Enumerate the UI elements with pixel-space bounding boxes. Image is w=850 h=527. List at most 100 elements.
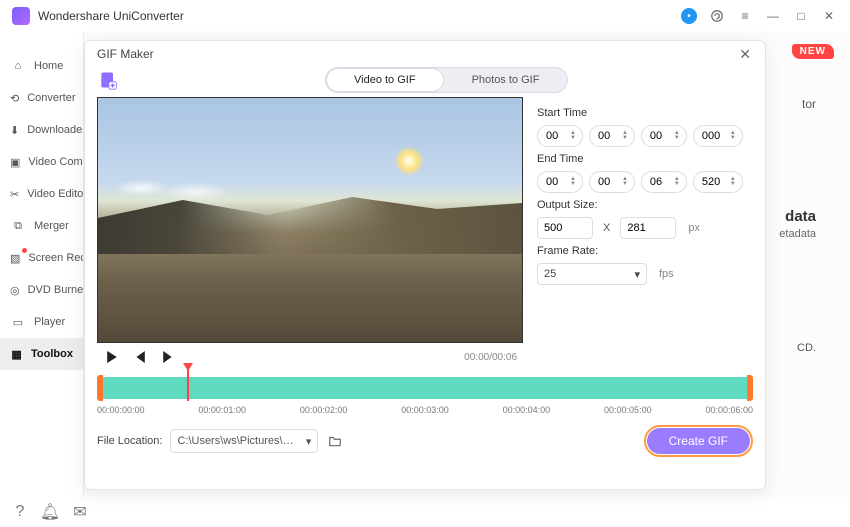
sidebar-item-label: Video Compressor [28, 156, 84, 168]
spinner-icon[interactable]: ▲▼ [672, 130, 682, 142]
chevron-down-icon: ▾ [634, 268, 640, 281]
tick-label: 00:00:00:00 [97, 405, 145, 415]
tick-label: 00:00:02:00 [300, 405, 348, 415]
spinner-icon[interactable]: ▲▼ [620, 130, 630, 142]
prev-frame-button[interactable] [131, 348, 149, 366]
play-button[interactable] [103, 348, 121, 366]
convert-icon: ⟲ [10, 90, 19, 106]
end-hours-input[interactable]: ▲▼ [537, 171, 583, 193]
minimize-button[interactable]: — [764, 7, 782, 25]
app-title: Wondershare UniConverter [38, 9, 184, 23]
sidebar-item-home[interactable]: ⌂ Home [0, 50, 83, 82]
output-height-input[interactable] [620, 217, 676, 239]
open-folder-button[interactable] [326, 432, 344, 450]
file-location-label: File Location: [97, 435, 162, 447]
home-icon: ⌂ [10, 58, 26, 74]
timeline-end-handle[interactable] [747, 375, 753, 401]
tab-video-to-gif[interactable]: Video to GIF [326, 68, 444, 92]
start-hours-input[interactable]: ▲▼ [537, 125, 583, 147]
mode-tabs: Video to GIF Photos to GIF [325, 67, 568, 93]
sidebar-item-toolbox[interactable]: ▦ Toolbox [0, 338, 83, 370]
add-file-button[interactable] [97, 69, 119, 91]
sidebar-item-label: DVD Burner [28, 284, 84, 296]
start-seconds-input[interactable]: ▲▼ [641, 125, 687, 147]
sidebar-item-label: Home [34, 60, 63, 72]
maximize-button[interactable]: □ [792, 7, 810, 25]
help-icon[interactable]: ? [12, 504, 28, 520]
sidebar-item-converter[interactable]: ⟲ Converter [0, 82, 83, 114]
support-icon[interactable] [708, 7, 726, 25]
time-display: 00:00/00:06 [464, 352, 517, 363]
feedback-icon[interactable]: ✉ [72, 504, 88, 520]
fps-unit: fps [659, 268, 674, 280]
next-frame-button[interactable] [159, 348, 177, 366]
close-button[interactable]: ✕ [820, 7, 838, 25]
sidebar-item-editor[interactable]: ✂ Video Editor [0, 178, 83, 210]
sidebar-item-label: Merger [34, 220, 69, 232]
end-ms-input[interactable]: ▲▼ [693, 171, 743, 193]
titlebar: Wondershare UniConverter • ≡ — □ ✕ [0, 0, 850, 32]
sidebar-item-compressor[interactable]: ▣ Video Compressor [0, 146, 83, 178]
bg-text: CD. [797, 342, 816, 354]
spinner-icon[interactable]: ▲▼ [620, 176, 630, 188]
sidebar: ⌂ Home ⟲ Converter ⬇ Downloader ▣ Video Comp… [0, 32, 84, 497]
tick-label: 00:00:03:00 [401, 405, 449, 415]
sidebar-item-dvd[interactable]: ◎ DVD Burner [0, 274, 83, 306]
sidebar-item-label: Player [34, 316, 65, 328]
create-gif-wrapper: Create GIF [644, 425, 753, 457]
tick-label: 00:00:04:00 [503, 405, 551, 415]
frame-rate-select[interactable]: 25▾ [537, 263, 647, 285]
download-icon: ⬇ [10, 122, 19, 138]
new-badge: NEW [792, 44, 834, 59]
sidebar-item-label: Toolbox [31, 348, 73, 360]
modal-title: GIF Maker [97, 47, 735, 61]
end-seconds-input[interactable]: ▲▼ [641, 171, 687, 193]
timeline-ticks: 00:00:00:00 00:00:01:00 00:00:02:00 00:0… [97, 399, 753, 415]
sidebar-item-player[interactable]: ▭ Player [0, 306, 83, 338]
sidebar-item-label: Screen Recorder [28, 252, 84, 264]
sidebar-item-label: Video Editor [27, 188, 84, 200]
bottom-bar: ? 🔔︎ ✉ [0, 497, 850, 527]
size-separator: X [603, 222, 610, 234]
toolbox-icon: ▦ [10, 346, 23, 362]
playback-controls: 00:00/00:06 [97, 343, 523, 371]
menu-icon[interactable]: ≡ [736, 7, 754, 25]
output-size-label: Output Size: [537, 199, 753, 211]
tick-label: 00:00:05:00 [604, 405, 652, 415]
spinner-icon[interactable]: ▲▼ [728, 130, 738, 142]
frame-rate-label: Frame Rate: [537, 245, 753, 257]
sidebar-item-label: Converter [27, 92, 75, 104]
end-minutes-input[interactable]: ▲▼ [589, 171, 635, 193]
file-location-select[interactable]: C:\Users\ws\Pictures\Wonders▾ [170, 429, 318, 453]
end-time-label: End Time [537, 153, 753, 165]
player-icon: ▭ [10, 314, 26, 330]
timeline-start-handle[interactable] [97, 375, 103, 401]
scissors-icon: ✂ [10, 186, 19, 202]
timeline-playhead[interactable] [187, 367, 189, 401]
start-minutes-input[interactable]: ▲▼ [589, 125, 635, 147]
bg-text: data [785, 208, 816, 225]
sidebar-item-recorder[interactable]: ▧ Screen Recorder [0, 242, 83, 274]
tab-photos-to-gif[interactable]: Photos to GIF [444, 68, 568, 92]
spinner-icon[interactable]: ▲▼ [568, 176, 578, 188]
start-time-label: Start Time [537, 107, 753, 119]
create-gif-button[interactable]: Create GIF [647, 428, 750, 454]
spinner-icon[interactable]: ▲▼ [728, 176, 738, 188]
compress-icon: ▣ [10, 154, 20, 170]
spinner-icon[interactable]: ▲▼ [672, 176, 682, 188]
disc-icon: ◎ [10, 282, 20, 298]
record-icon: ▧ [10, 250, 20, 266]
chevron-down-icon: ▾ [306, 435, 312, 448]
sidebar-item-merger[interactable]: ⧉ Merger [0, 210, 83, 242]
sidebar-item-downloader[interactable]: ⬇ Downloader [0, 114, 83, 146]
account-icon[interactable]: • [680, 7, 698, 25]
bell-icon[interactable]: 🔔︎ [42, 504, 58, 520]
start-ms-input[interactable]: ▲▼ [693, 125, 743, 147]
timeline[interactable] [97, 377, 753, 399]
gif-maker-modal: GIF Maker ✕ Video to GIF Photos to GIF 0… [84, 40, 766, 490]
merge-icon: ⧉ [10, 218, 26, 234]
output-width-input[interactable] [537, 217, 593, 239]
sidebar-item-label: Downloader [27, 124, 84, 136]
video-preview[interactable] [97, 97, 523, 343]
spinner-icon[interactable]: ▲▼ [568, 130, 578, 142]
